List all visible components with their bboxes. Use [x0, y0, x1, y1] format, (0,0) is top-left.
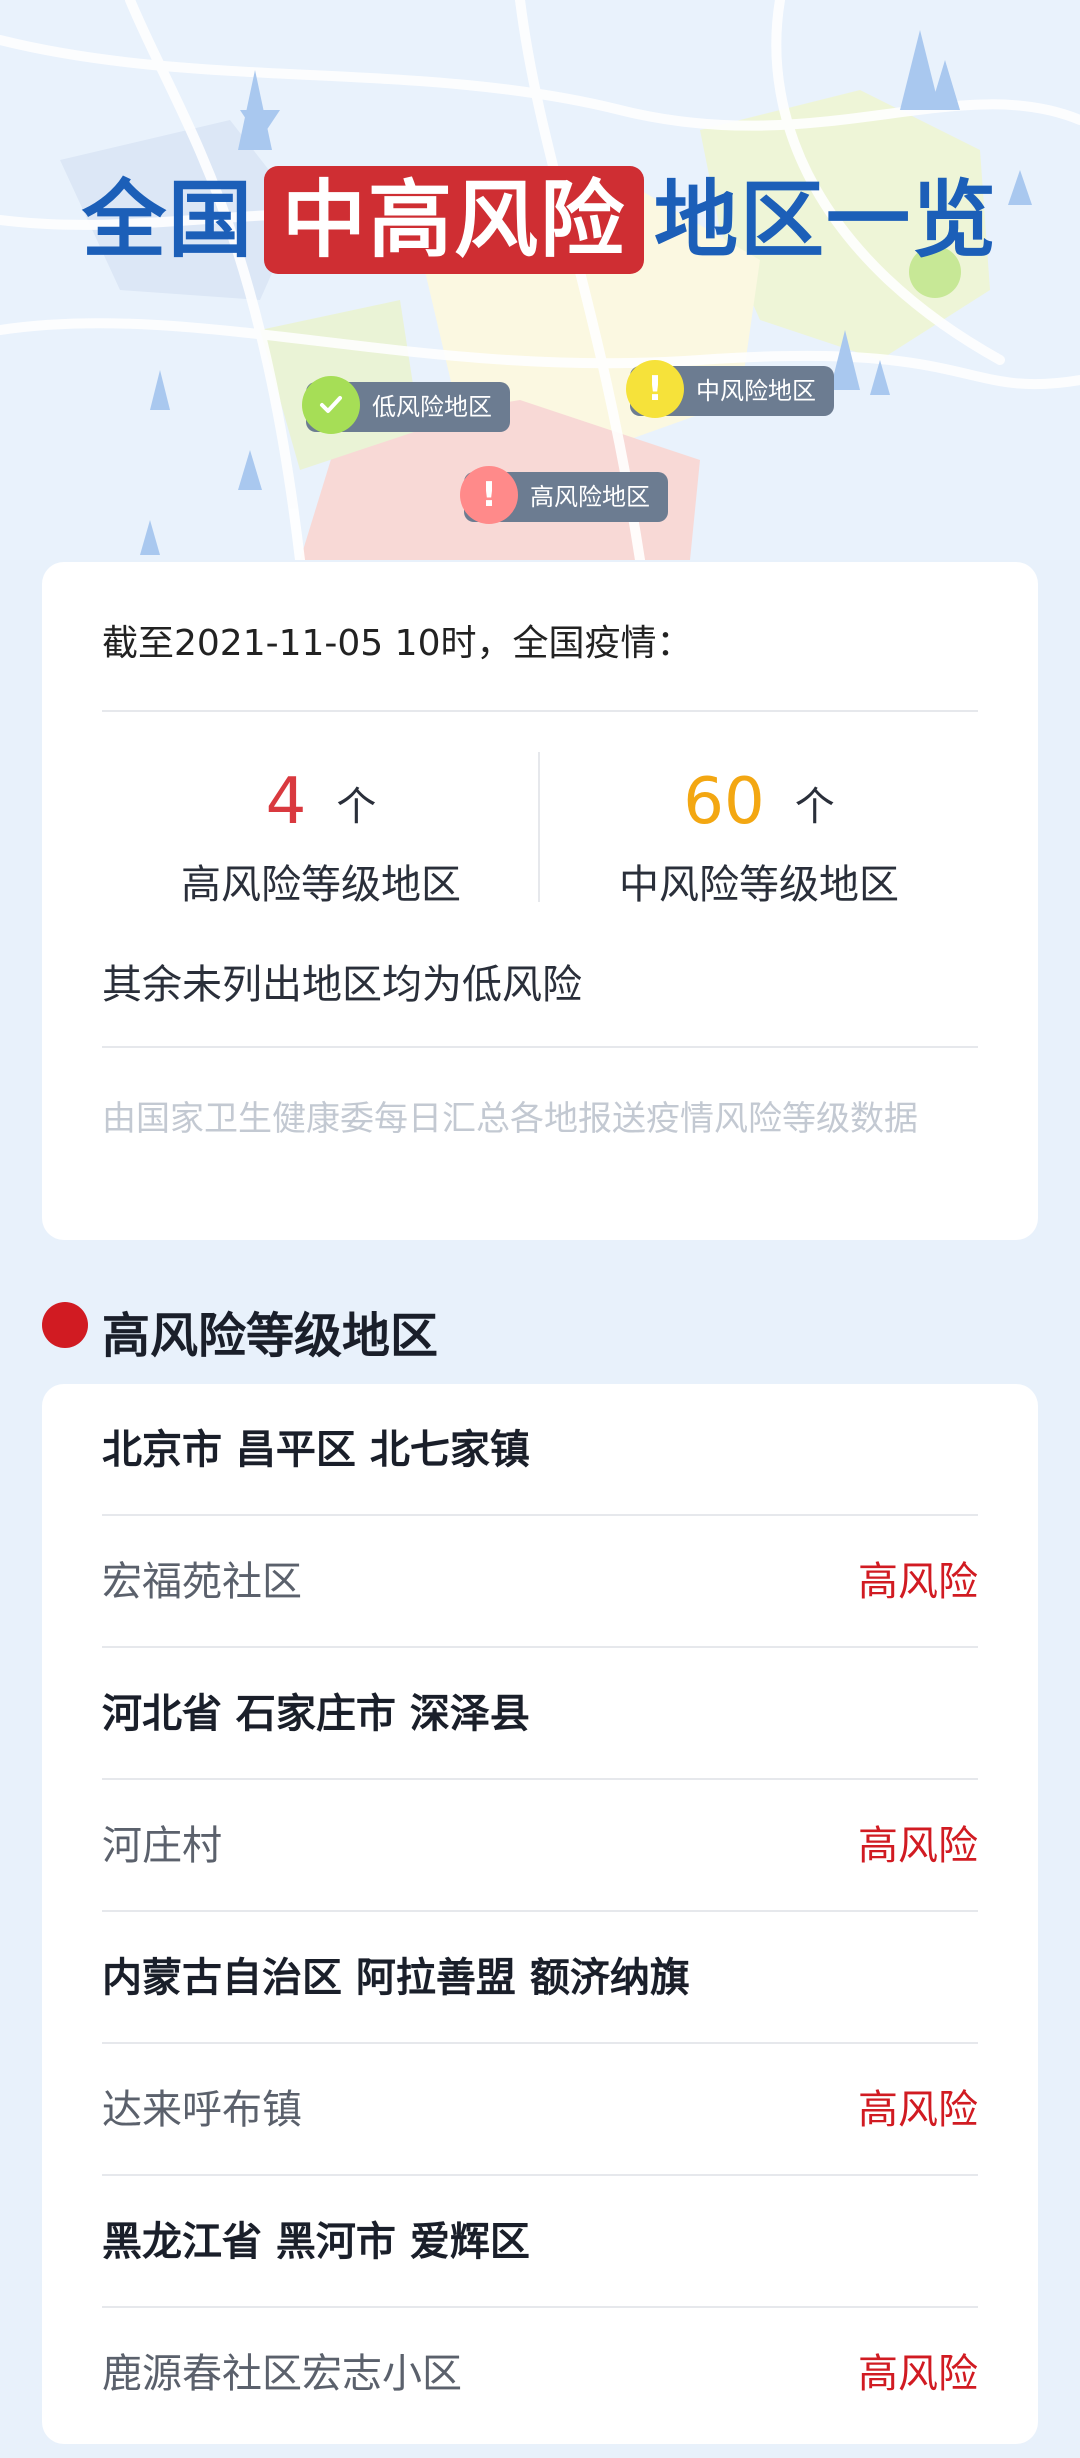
legend-high-label: 高风险地区 [530, 483, 650, 511]
high-risk-list: 北京市 昌平区 北七家镇 宏福苑社区 高风险 河北省 石家庄市 深泽县 河庄村 … [42, 1384, 1038, 2444]
title-highlight: 中高风险 [263, 166, 644, 274]
summary-card: 截至2021-11-05 10时，全国疫情： 4个 高风险等级地区 60 个 中风… [42, 562, 1038, 1240]
divider [102, 1046, 978, 1048]
low-risk-note: 其余未列出地区均为低风险 [102, 962, 582, 1008]
region-header: 北京市 昌平区 北七家镇 [102, 1384, 978, 1516]
as-of-text: 截至2021-11-05 10时，全国疫情： [102, 623, 693, 664]
medium-risk-unit: 个 [794, 784, 835, 830]
high-risk-stat: 4个 高风险等级地区 [102, 762, 540, 910]
region-area: 北京市 昌平区 北七家镇 [102, 1427, 530, 1473]
check-icon [302, 376, 360, 434]
risk-level-badge: 高风险 [858, 2351, 978, 2397]
data-source-note: 由国家卫生健康委每日汇总各地报送疫情风险等级数据 [102, 1099, 918, 1139]
region-item[interactable]: 达来呼布镇 高风险 [102, 2044, 978, 2176]
page-title: 全国 中高风险 地区一览 [0, 160, 1080, 280]
high-risk-count: 4 [265, 765, 307, 839]
risk-level-badge: 高风险 [858, 1559, 978, 1605]
region-header: 内蒙古自治区 阿拉善盟 额济纳旗 [102, 1912, 978, 2044]
region-item[interactable]: 鹿源春社区宏志小区 高风险 [102, 2308, 978, 2440]
risk-level-badge: 高风险 [858, 1823, 978, 1869]
region-area: 黑龙江省 黑河市 爱辉区 [102, 2219, 530, 2265]
medium-risk-stat: 60 个 中风险等级地区 [540, 762, 978, 910]
region-area: 内蒙古自治区 阿拉善盟 额济纳旗 [102, 1955, 690, 2001]
divider [102, 710, 978, 712]
title-prefix: 全国 [81, 171, 254, 269]
high-risk-unit: 个 [336, 784, 377, 830]
medium-risk-label: 中风险等级地区 [619, 862, 899, 908]
legend-medium-label: 中风险地区 [696, 377, 816, 405]
high-risk-label: 高风险等级地区 [181, 862, 461, 908]
medium-risk-count: 60 [683, 765, 765, 839]
section-title: 高风险等级地区 [102, 1308, 439, 1364]
legend-medium-risk: ! 中风险地区 [626, 360, 834, 418]
legend-low-label: 低风险地区 [372, 393, 492, 421]
section-dot-icon [42, 1302, 88, 1348]
region-place: 达来呼布镇 [102, 2087, 302, 2133]
region-place: 宏福苑社区 [102, 1559, 302, 1605]
region-place: 河庄村 [102, 1823, 222, 1869]
title-suffix: 地区一览 [654, 171, 999, 269]
exclamation-icon: ! [460, 466, 518, 524]
legend-high-risk: ! 高风险地区 [460, 466, 668, 524]
hero-banner: 全国 中高风险 地区一览 低风险地区 ! 中风险地区 ! 高风险地区 [0, 0, 1080, 560]
region-item[interactable]: 宏福苑社区 高风险 [102, 1516, 978, 1648]
risk-level-badge: 高风险 [858, 2087, 978, 2133]
region-place: 鹿源春社区宏志小区 [102, 2351, 462, 2397]
region-item[interactable]: 河庄村 高风险 [102, 1780, 978, 1912]
region-area: 河北省 石家庄市 深泽县 [102, 1691, 530, 1737]
region-header: 黑龙江省 黑河市 爱辉区 [102, 2176, 978, 2308]
exclamation-icon: ! [626, 360, 684, 418]
legend-low-risk: 低风险地区 [302, 376, 510, 434]
region-header: 河北省 石家庄市 深泽县 [102, 1648, 978, 1780]
